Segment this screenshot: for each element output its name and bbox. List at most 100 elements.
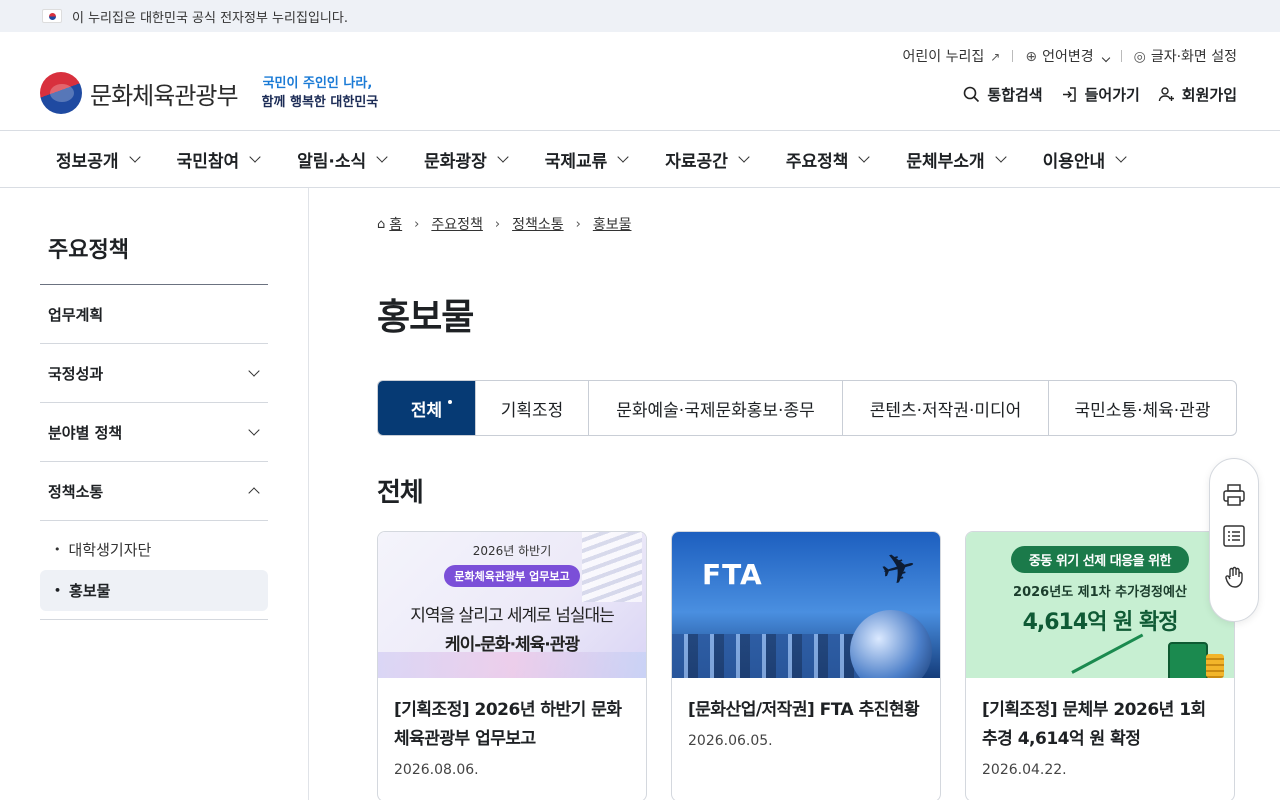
chevron-down-icon (249, 150, 261, 163)
slogan-line2: 함께 행복한 대한민국 (261, 95, 379, 110)
nav-item-culture-square[interactable]: 문화광장 (424, 147, 509, 172)
floating-toolbar (1209, 458, 1259, 622)
section-title: 전체 (377, 478, 424, 508)
flag-decoration (582, 532, 642, 602)
thumb-badge: 문화체육관광부 업무보고 (444, 565, 580, 587)
site-logo[interactable]: 문화체육관광부 국민이 주인인 나라, 함께 행복한 대한민국 (40, 72, 378, 114)
globe-icon (850, 610, 932, 678)
divider (1120, 50, 1122, 62)
chevron-down-icon (497, 150, 509, 163)
thumb-text: 4,614억 원 확정 (1022, 610, 1179, 635)
utility-menu: 어린이 누리집 ↗ ⊕ 언어변경 ◎ 글자·화면 설정 (903, 46, 1237, 66)
thumb-text: 지역을 살리고 세계로 넘실대는 (410, 606, 615, 626)
wave-decoration (378, 652, 646, 678)
nav-item-about[interactable]: 문체부소개 (906, 147, 1007, 172)
chevron-down-icon (617, 150, 629, 163)
tab-communication-sports-tourism[interactable]: 국민소통·체육·관광 (1048, 381, 1236, 435)
airplane-icon: ✈ (875, 540, 922, 597)
nav-item-news[interactable]: 알림·소식 (297, 147, 388, 172)
korea-flag-icon (42, 9, 62, 23)
slogan-line1: 국민이 주인인 나라, (262, 76, 373, 91)
tab-content-copyright[interactable]: 콘텐츠·저작권·미디어 (842, 381, 1048, 435)
nav-item-resources[interactable]: 자료공간 (665, 147, 750, 172)
logo-text: 문화체육관광부 (90, 81, 239, 110)
side-navigation: 주요정책 업무계획 국정성과 분야별 정책 정책소통 대학생기자단 홍보물 (40, 188, 268, 620)
chevron-right-icon: › (414, 216, 420, 232)
breadcrumb-current[interactable]: 홍보물 (593, 214, 632, 234)
thumbnail-image: ✈ FTA (672, 532, 940, 678)
slogan: 국민이 주인인 나라, 함께 행복한 대한민국 (262, 74, 379, 112)
side-nav-item-policy-communication[interactable]: 정책소통 (40, 462, 268, 521)
card-title[interactable]: [기획조정] 문체부 2026년 1회 추경 4,614억 원 확정 (982, 696, 1218, 754)
nav-item-policy[interactable]: 주요정책 (786, 147, 871, 172)
category-tabs: 전체 기획조정 문화예술·국제문화홍보·종무 콘텐츠·저작권·미디어 국민소통·… (377, 380, 1237, 436)
search-button[interactable]: 통합검색 (963, 84, 1043, 105)
government-emblem-icon (40, 72, 82, 114)
add-user-icon (1158, 87, 1174, 102)
list-item[interactable]: 중동 위기 선제 대응을 위한 2026년도 제1차 추가경정예산 4,614억… (965, 531, 1235, 800)
list-icon[interactable] (1222, 524, 1246, 548)
header-actions: 통합검색 들어가기 회원가입 (945, 84, 1237, 105)
print-icon[interactable] (1222, 483, 1246, 507)
hand-pointer-icon[interactable] (1222, 565, 1246, 589)
chevron-down-icon (1101, 53, 1110, 63)
search-icon (964, 86, 980, 103)
thumbnail-image: 2026년 하반기 문화체육관광부 업무보고 지역을 살리고 세계로 넘실대는 … (378, 532, 646, 678)
login-button[interactable]: 들어가기 (1061, 84, 1140, 105)
chevron-down-icon (858, 150, 871, 163)
breadcrumb: ⌂ 홈 › 주요정책 › 정책소통 › 홍보물 (377, 214, 1237, 234)
globe-icon: ⊕ (1025, 49, 1038, 65)
thumb-text: FTA (702, 558, 763, 591)
gov-banner: 이 누리집은 대한민국 공식 전자정부 누리집입니다. (0, 0, 1280, 32)
chevron-down-icon (128, 150, 141, 163)
side-nav-item-work-plan[interactable]: 업무계획 (40, 285, 268, 344)
display-settings-button[interactable]: ◎ 글자·화면 설정 (1134, 46, 1237, 66)
nav-item-info[interactable]: 정보공개 (56, 147, 141, 172)
side-nav-sub-promotional-materials[interactable]: 홍보물 (40, 570, 268, 611)
eye-icon: ◎ (1133, 49, 1146, 65)
tab-planning[interactable]: 기획조정 (475, 381, 588, 435)
chevron-right-icon: › (575, 216, 581, 232)
gov-banner-text: 이 누리집은 대한민국 공식 전자정부 누리집입니다. (72, 10, 348, 26)
nav-item-international[interactable]: 국제교류 (545, 147, 629, 172)
nav-item-participation[interactable]: 국민참여 (177, 147, 261, 172)
chevron-down-icon (376, 150, 388, 163)
card-date: 2026.06.05. (688, 733, 773, 749)
tab-all[interactable]: 전체 (378, 381, 475, 435)
breadcrumb-communication[interactable]: 정책소통 (512, 214, 564, 234)
chevron-down-icon (248, 423, 260, 436)
chevron-right-icon: › (494, 216, 501, 232)
growth-arrow-icon (1071, 633, 1144, 674)
tab-arts-international[interactable]: 문화예술·국제문화홍보·종무 (588, 381, 842, 435)
side-nav-item-field-policy[interactable]: 분야별 정책 (40, 403, 268, 462)
breadcrumb-home[interactable]: 홈 (389, 214, 402, 234)
chevron-down-icon (738, 150, 750, 163)
card-date: 2026.08.06. (394, 762, 479, 778)
list-item[interactable]: 2026년 하반기 문화체육관광부 업무보고 지역을 살리고 세계로 넘실대는 … (377, 531, 647, 800)
port-containers-decoration (672, 634, 872, 678)
side-nav-item-achievements[interactable]: 국정성과 (40, 344, 268, 403)
chevron-down-icon (248, 364, 260, 377)
chevron-up-icon (248, 487, 260, 499)
calculator-icon (1168, 642, 1208, 678)
card-list: 2026년 하반기 문화체육관광부 업무보고 지역을 살리고 세계로 넘실대는 … (377, 531, 1237, 800)
login-icon (1062, 87, 1076, 102)
card-title[interactable]: [문화산업/저작권] FTA 추진현황 (688, 696, 924, 725)
page-title: 홍보물 (377, 297, 474, 338)
side-nav-sub-list: 대학생기자단 홍보물 (40, 521, 268, 620)
breadcrumb-policy[interactable]: 주요정책 (431, 214, 483, 234)
external-link-icon: ↗ (990, 50, 1001, 64)
card-title[interactable]: [기획조정] 2026년 하반기 문화체육관광부 업무보고 (394, 696, 630, 754)
kids-site-link[interactable]: 어린이 누리집 ↗ (903, 46, 1001, 66)
thumbnail-image: 중동 위기 선제 대응을 위한 2026년도 제1차 추가경정예산 4,614억… (966, 532, 1234, 678)
chevron-down-icon (1115, 150, 1127, 163)
nav-item-guide[interactable]: 이용안내 (1043, 147, 1127, 172)
language-select[interactable]: ⊕ 언어변경 (1025, 46, 1110, 66)
divider (308, 188, 309, 800)
list-item[interactable]: ✈ FTA [문화산업/저작권] FTA 추진현황 2026.06.05. (671, 531, 941, 800)
signup-button[interactable]: 회원가입 (1158, 84, 1237, 105)
main-content: ⌂ 홈 › 주요정책 › 정책소통 › 홍보물 홍보물 전체 기획조정 문화예술… (377, 188, 1237, 800)
home-icon: ⌂ (377, 216, 386, 232)
side-nav-sub-student-reporters[interactable]: 대학생기자단 (40, 529, 268, 570)
divider (1012, 50, 1014, 62)
